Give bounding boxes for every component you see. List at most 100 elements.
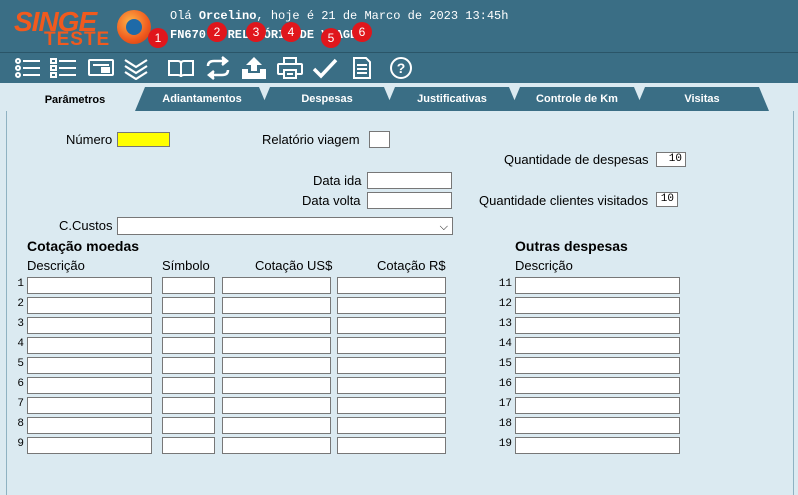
cotacao-descricao-input[interactable] [27,437,152,454]
cotacao-header-simbolo: Símbolo [162,258,210,273]
outras-descricao-input[interactable] [515,277,680,294]
cotacao-cotacao-us-input[interactable] [222,437,331,454]
tab-controle-km[interactable]: Controle de Km [510,87,644,111]
outras-descricao-input[interactable] [515,297,680,314]
refresh-icon[interactable] [204,55,232,81]
cotacao-row-number: 7 [17,398,24,410]
cotacao-cotacao-us-input[interactable] [222,377,331,394]
cotacao-cotacao-rs-input[interactable] [337,317,446,334]
outras-descricao-input[interactable] [515,317,680,334]
help-icon[interactable]: ? [387,55,415,81]
outras-row-number: 14 [498,338,512,350]
check-icon[interactable] [311,55,339,81]
cotacao-simbolo-input[interactable] [162,277,215,294]
cotacao-simbolo-input[interactable] [162,337,215,354]
tab-parametros[interactable]: Parâmetros [6,87,144,113]
ccustos-select[interactable]: ⌵ [117,217,453,235]
numero-input[interactable] [117,132,170,147]
cotacao-cotacao-us-input[interactable] [222,297,331,314]
outras-descricao-input[interactable] [515,377,680,394]
outras-descricao-input[interactable] [515,337,680,354]
cotacao-descricao-input[interactable] [27,297,152,314]
cotacao-simbolo-input[interactable] [162,437,215,454]
cotacao-descricao-input[interactable] [27,417,152,434]
tab-visitas[interactable]: Visitas [635,87,769,111]
outras-row-number: 16 [498,378,512,390]
cotacao-header-us: Cotação US$ [255,258,333,273]
tab-justificativas[interactable]: Justificativas [385,87,519,111]
greeting-prefix: Olá [170,9,199,23]
greeting-text: Olá Orcelino, hoje é 21 de Marco de 2023… [170,9,508,23]
cotacao-descricao-input[interactable] [27,277,152,294]
cotacao-descricao-input[interactable] [27,397,152,414]
data-volta-input[interactable] [367,192,452,209]
tab-despesas[interactable]: Despesas [260,87,394,111]
cotacao-simbolo-input[interactable] [162,317,215,334]
cotacao-cotacao-rs-input[interactable] [337,357,446,374]
cotacao-descricao-input[interactable] [27,357,152,374]
qtd-despesas-label: Quantidade de despesas [504,152,649,167]
svg-text:?: ? [397,60,406,76]
qtd-clientes-input[interactable]: 10 [656,192,678,207]
cotacao-cotacao-rs-input[interactable] [337,437,446,454]
logo-teste-text: TESTE [44,29,111,50]
cotacao-cotacao-us-input[interactable] [222,337,331,354]
cotacao-header-descricao: Descrição [27,258,85,273]
cotacao-simbolo-input[interactable] [162,357,215,374]
outras-row-number: 18 [498,418,512,430]
cotacao-cotacao-us-input[interactable] [222,357,331,374]
tab-adiantamentos[interactable]: Adiantamentos [135,87,269,111]
ccustos-label: C.Custos [59,218,113,233]
book-icon[interactable] [167,55,195,81]
cotacao-row-number: 1 [17,278,24,290]
cotacao-cotacao-us-input[interactable] [222,277,331,294]
cotacao-cotacao-us-input[interactable] [222,317,331,334]
badge-1: 1 [148,28,168,48]
cotacao-cotacao-us-input[interactable] [222,417,331,434]
list-icon[interactable] [14,55,42,81]
qtd-despesas-input[interactable]: 10 [656,152,686,167]
cotacao-cotacao-rs-input[interactable] [337,397,446,414]
outras-title: Outras despesas [515,238,628,254]
outras-row-number: 12 [498,298,512,310]
outras-descricao-input[interactable] [515,357,680,374]
app-header: SINGE TESTE Olá Orcelino, hoje é 21 de M… [0,0,798,52]
cotacao-cotacao-us-input[interactable] [222,397,331,414]
relatorio-viagem-input[interactable] [369,131,390,148]
card-icon[interactable] [87,55,115,81]
checklist-icon[interactable] [50,55,78,81]
cotacao-simbolo-input[interactable] [162,397,215,414]
toolbar: ? [0,52,798,83]
cotacao-simbolo-input[interactable] [162,417,215,434]
data-ida-input[interactable] [367,172,452,189]
cotacao-simbolo-input[interactable] [162,377,215,394]
outras-row-number: 19 [498,438,512,450]
data-ida-label: Data ida [313,173,362,188]
chevron-down-icon: ⌵ [439,220,448,233]
cotacao-simbolo-input[interactable] [162,297,215,314]
relatorio-viagem-label: Relatório viagem [262,132,360,147]
cotacao-cotacao-rs-input[interactable] [337,377,446,394]
cotacao-cotacao-rs-input[interactable] [337,417,446,434]
outras-descricao-input[interactable] [515,437,680,454]
document-icon[interactable] [348,55,376,81]
print-icon[interactable] [276,55,304,81]
cotacao-cotacao-rs-input[interactable] [337,337,446,354]
qtd-clientes-label: Quantidade clientes visitados [479,193,649,208]
cotacao-cotacao-rs-input[interactable] [337,297,446,314]
outras-row-number: 11 [498,278,512,290]
badge-5: 5 [321,28,341,48]
cotacao-cotacao-rs-input[interactable] [337,277,446,294]
outras-header-descricao: Descrição [515,258,573,273]
outras-descricao-input[interactable] [515,397,680,414]
outras-row-number: 13 [498,318,512,330]
cotacao-descricao-input[interactable] [27,337,152,354]
upload-icon[interactable] [240,55,268,81]
cotacao-descricao-input[interactable] [27,317,152,334]
outras-row-number: 17 [498,398,512,410]
user-name: Orcelino [198,9,257,23]
outras-descricao-input[interactable] [515,417,680,434]
cotacao-descricao-input[interactable] [27,377,152,394]
company-emblem-icon [117,10,151,44]
expand-all-icon[interactable] [122,55,150,81]
